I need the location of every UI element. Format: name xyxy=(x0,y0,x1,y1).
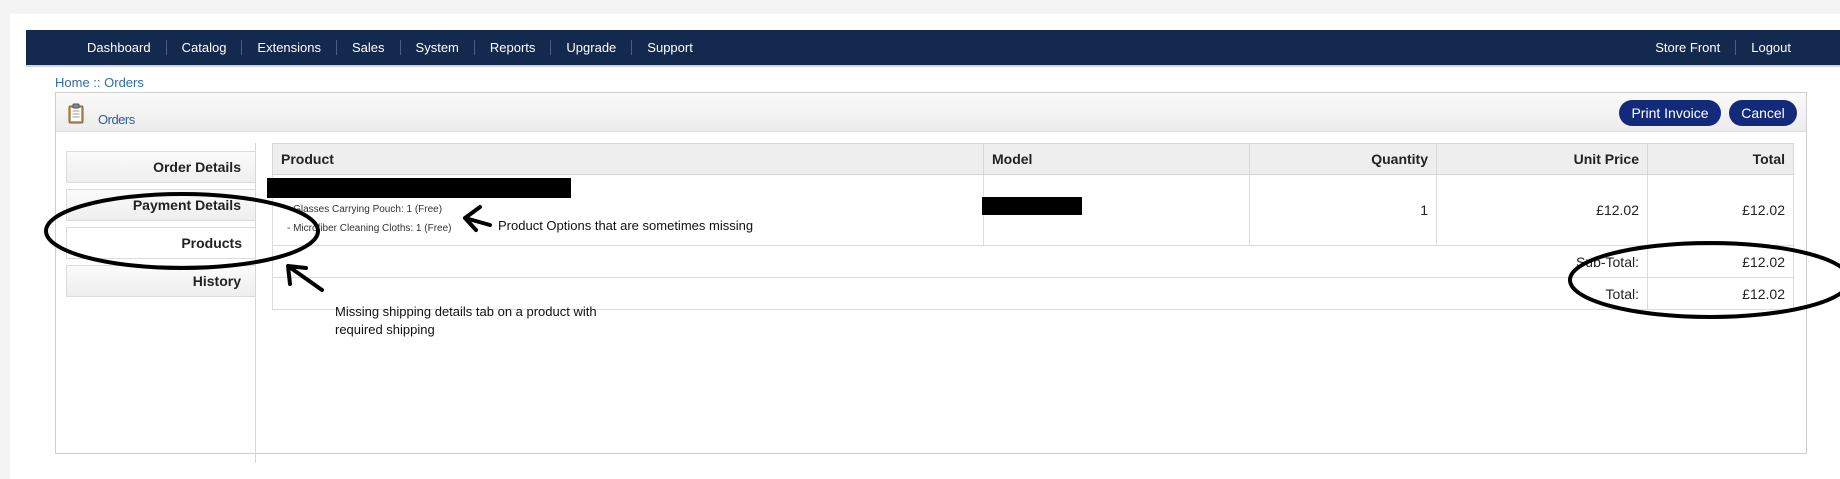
redacted-product-name xyxy=(267,178,571,198)
column-header-product: Product xyxy=(272,143,984,175)
breadcrumb-orders[interactable]: Orders xyxy=(104,75,144,90)
column-header-unit-price: Unit Price xyxy=(1436,143,1648,175)
tab-payment-details[interactable]: Payment Details xyxy=(66,189,256,221)
nav-catalog[interactable]: Catalog xyxy=(165,40,242,55)
annotation-shipping-note-line2: required shipping xyxy=(335,322,435,337)
nav-logout[interactable]: Logout xyxy=(1735,40,1806,55)
cancel-button[interactable]: Cancel xyxy=(1729,100,1797,126)
clipboard-icon xyxy=(68,103,84,124)
nav-support[interactable]: Support xyxy=(631,40,708,55)
breadcrumb-home[interactable]: Home xyxy=(55,75,90,90)
total-value: £12.02 xyxy=(1647,277,1794,310)
subtotal-label: Sub-Total: xyxy=(272,245,1648,278)
tab-order-details[interactable]: Order Details xyxy=(66,151,256,183)
breadcrumb-separator: :: xyxy=(89,75,105,90)
subtotal-row: Sub-Total: £12.02 xyxy=(272,245,1794,278)
redacted-model xyxy=(982,197,1082,215)
top-navigation-bar: Dashboard Catalog Extensions Sales Syste… xyxy=(26,30,1840,67)
column-header-model: Model xyxy=(983,143,1250,175)
print-invoice-button[interactable]: Print Invoice xyxy=(1619,100,1721,126)
panel-title: Orders xyxy=(98,112,135,127)
nav-store-front[interactable]: Store Front xyxy=(1640,40,1735,55)
quantity-cell: 1 xyxy=(1249,174,1437,246)
tab-products[interactable]: Products xyxy=(66,227,256,259)
nav-system[interactable]: System xyxy=(399,40,474,55)
main-menu: Dashboard Catalog Extensions Sales Syste… xyxy=(72,30,708,65)
column-header-total: Total xyxy=(1647,143,1794,175)
nav-extensions[interactable]: Extensions xyxy=(241,40,336,55)
nav-reports[interactable]: Reports xyxy=(473,40,551,55)
nav-sales[interactable]: Sales xyxy=(336,40,400,55)
tab-divider xyxy=(255,143,256,463)
annotation-shipping-note-line1: Missing shipping details tab on a produc… xyxy=(335,304,597,319)
total-cell: £12.02 xyxy=(1647,174,1794,246)
subtotal-value: £12.02 xyxy=(1647,245,1794,278)
nav-dashboard[interactable]: Dashboard xyxy=(72,40,166,55)
panel-header: Orders Print Invoice Cancel xyxy=(56,93,1806,132)
product-option: - Glasses Carrying Pouch: 1 (Free) xyxy=(287,204,443,215)
nav-upgrade[interactable]: Upgrade xyxy=(550,40,631,55)
table-header-row: Product Model Quantity Unit Price Total xyxy=(272,143,1794,175)
unit-price-cell: £12.02 xyxy=(1436,174,1648,246)
user-menu: Store Front Logout xyxy=(1640,30,1806,65)
tab-history[interactable]: History xyxy=(66,265,256,297)
product-option: - Microfiber Cleaning Cloths: 1 (Free) xyxy=(287,223,452,234)
column-header-quantity: Quantity xyxy=(1249,143,1437,175)
breadcrumb: Home :: Orders xyxy=(55,75,144,90)
annotation-options-note: Product Options that are sometimes missi… xyxy=(498,218,754,233)
